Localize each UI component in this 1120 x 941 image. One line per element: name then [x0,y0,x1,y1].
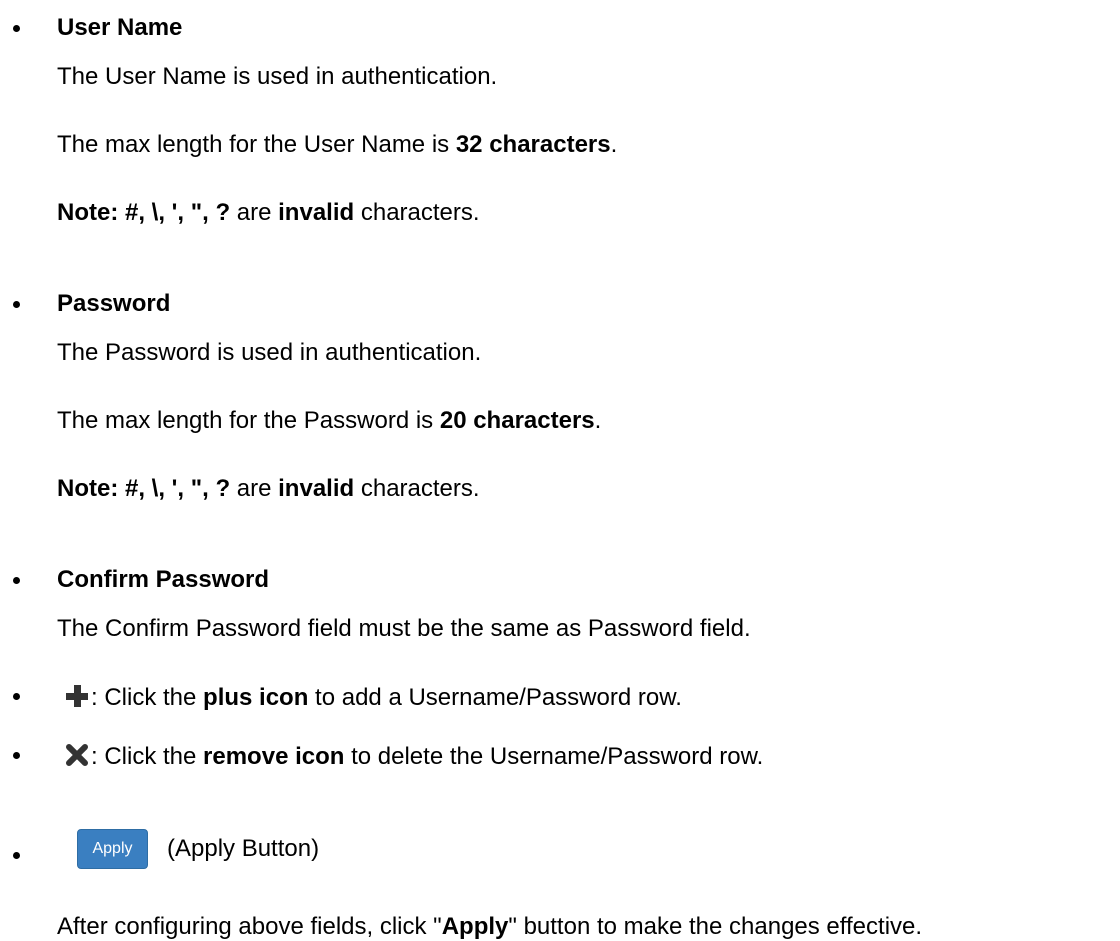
password-note: Note: #, \, ', ", ? are invalid characte… [57,475,480,502]
remove-icon [63,741,91,769]
apply-description: After configuring above fields, click "A… [57,913,923,940]
bullet [13,301,20,308]
bullet [13,852,20,859]
bullet [13,25,20,32]
apply-button[interactable]: Apply [77,829,148,869]
apply-caption: (Apply Button) [167,835,320,862]
bullet [13,577,20,584]
confirm-password-description: The Confirm Password field must be the s… [57,615,751,642]
bullet [13,693,20,700]
user-name-heading: User Name [57,14,183,41]
plus-icon [63,682,91,710]
plus-icon-line: : Click the plus icon to add a Username/… [63,682,682,712]
password-maxlen: The max length for the Password is 20 ch… [57,407,602,434]
bullet [13,752,20,759]
confirm-password-heading: Confirm Password [57,566,270,593]
user-name-description: The User Name is used in authentication. [57,63,498,90]
user-name-maxlen: The max length for the User Name is 32 c… [57,131,618,158]
password-description: The Password is used in authentication. [57,339,482,366]
password-heading: Password [57,290,171,317]
remove-icon-line: : Click the remove icon to delete the Us… [63,741,763,771]
user-name-note: Note: #, \, ', ", ? are invalid characte… [57,199,480,226]
